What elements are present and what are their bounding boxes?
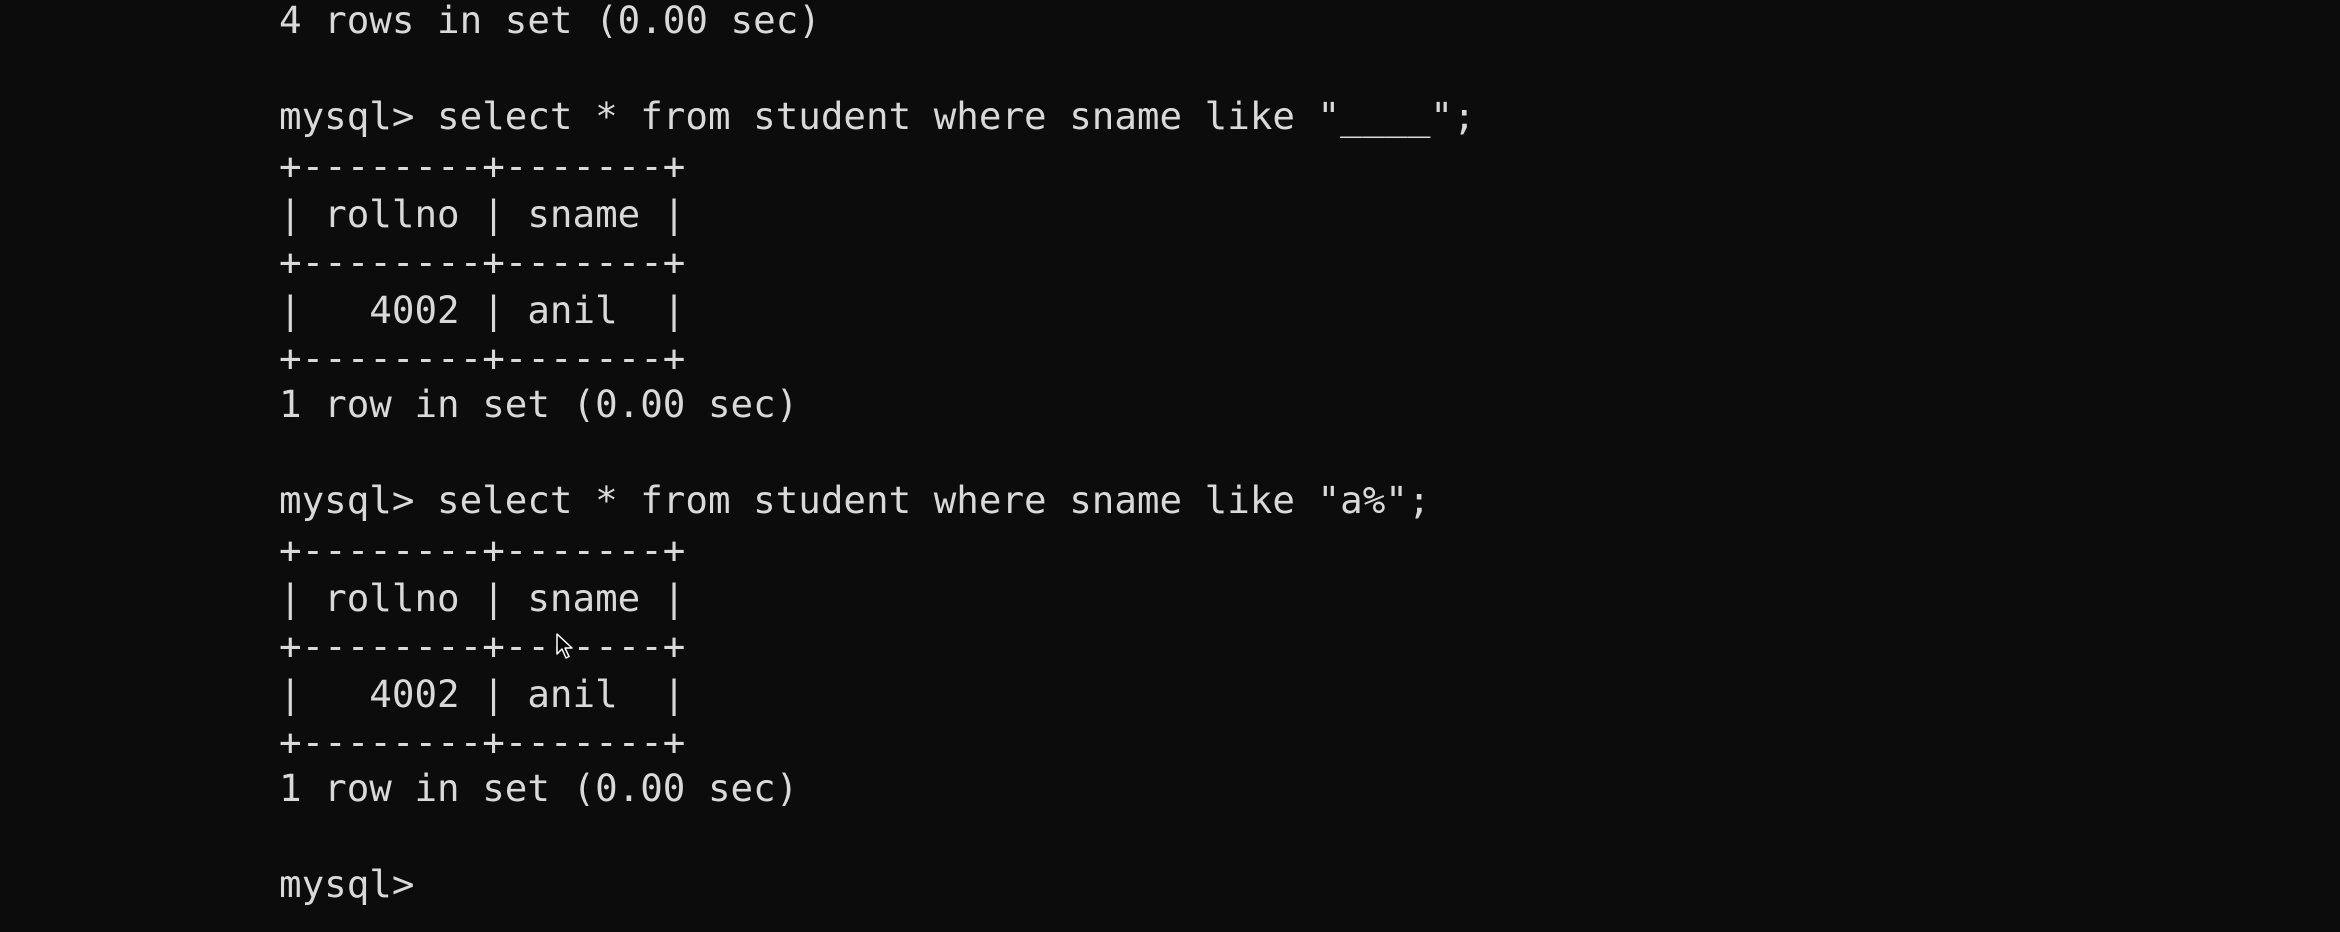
command-line-query-2: mysql> select * from student where sname…	[279, 478, 1431, 522]
result-summary-line: 4 rows in set (0.00 sec)	[279, 0, 821, 42]
mysql-prompt[interactable]: mysql>	[279, 860, 414, 908]
table-data-row: | 4002 | anil |	[279, 288, 686, 332]
terminal-window[interactable]: 4 rows in set (0.00 sec) mysql> select *…	[0, 0, 2340, 932]
table-border-top: +--------+-------+	[279, 144, 686, 188]
table-border-middle: +--------+-------+	[279, 624, 686, 668]
mouse-pointer-icon	[556, 633, 573, 659]
result-summary-line: 1 row in set (0.00 sec)	[279, 766, 799, 810]
table-border-top: +--------+-------+	[279, 528, 686, 572]
table-header-row: | rollno | sname |	[279, 192, 686, 236]
table-border-middle: +--------+-------+	[279, 240, 686, 284]
table-header-row: | rollno | sname |	[279, 576, 686, 620]
command-line-query-1: mysql> select * from student where sname…	[279, 94, 1476, 138]
result-summary-line: 1 row in set (0.00 sec)	[279, 382, 799, 426]
table-border-bottom: +--------+-------+	[279, 336, 686, 380]
table-data-row: | 4002 | anil |	[279, 672, 686, 716]
table-border-bottom: +--------+-------+	[279, 720, 686, 764]
